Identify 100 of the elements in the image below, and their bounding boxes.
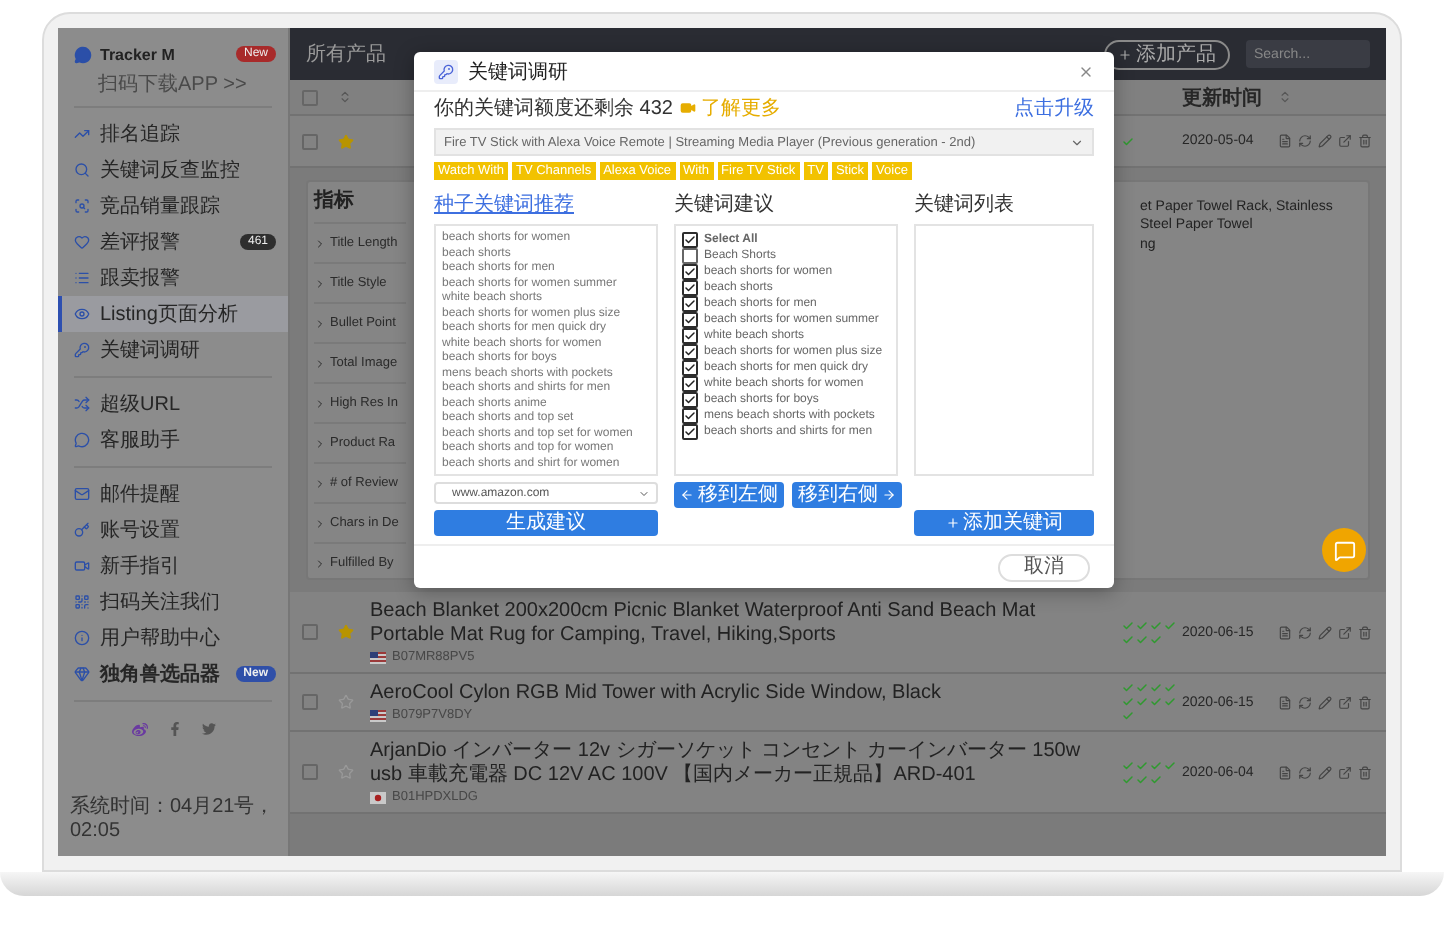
checkbox[interactable] xyxy=(682,264,698,280)
checkbox[interactable] xyxy=(302,694,318,710)
external-link-icon[interactable] xyxy=(1338,134,1352,148)
refresh-icon[interactable] xyxy=(1298,134,1312,148)
nav-item[interactable]: 用户帮助中心 xyxy=(58,620,288,656)
refresh-icon[interactable] xyxy=(1298,625,1312,639)
nav-item[interactable]: 账号设置 xyxy=(58,512,288,548)
checkbox[interactable] xyxy=(682,408,698,424)
chevron-icon xyxy=(314,477,326,489)
trash-icon[interactable] xyxy=(1358,695,1372,709)
trash-icon[interactable] xyxy=(1358,625,1372,639)
chevron-icon xyxy=(314,437,326,449)
plus-icon xyxy=(1118,47,1132,61)
edit-icon[interactable] xyxy=(1318,625,1332,639)
column-header[interactable]: 更新时间 xyxy=(1182,83,1278,111)
sort-icon[interactable] xyxy=(1278,90,1292,104)
cancel-button[interactable]: 取消 xyxy=(998,553,1090,581)
generate-button[interactable]: 生成建议 xyxy=(434,510,658,536)
list-icon xyxy=(74,270,90,286)
heart-icon xyxy=(74,234,90,250)
file-icon[interactable] xyxy=(1278,695,1292,709)
chat-icon xyxy=(1333,539,1355,561)
nav-item[interactable]: 关键词调研 xyxy=(58,332,288,368)
nav-item[interactable]: Listing页面分析 xyxy=(58,296,288,332)
arrow-left-icon xyxy=(680,488,694,502)
trash-icon[interactable] xyxy=(1358,765,1372,779)
star-icon[interactable] xyxy=(338,133,354,149)
checkbox[interactable] xyxy=(682,392,698,408)
product-title: ArjanDio インバーター 12v シガーソケット コンセント カーインバーター 150w usb 車載充電器 DC 12V AC 100V 【国内メーカー正規品】ARD-401 xyxy=(370,740,1083,788)
checkbox[interactable] xyxy=(682,296,698,312)
checkbox[interactable] xyxy=(682,376,698,392)
checkbox[interactable] xyxy=(682,232,698,248)
chevron-icon xyxy=(314,517,326,529)
refresh-icon[interactable] xyxy=(1298,765,1312,779)
edit-icon[interactable] xyxy=(1318,695,1332,709)
video-icon xyxy=(680,100,697,116)
shuffle-icon xyxy=(74,396,90,412)
checkbox[interactable] xyxy=(682,312,698,328)
qr-code-icon xyxy=(74,594,90,610)
move-right-button[interactable]: 移到右侧 xyxy=(792,482,902,508)
chevron-icon xyxy=(314,237,326,249)
nav-item[interactable]: 新手指引 xyxy=(58,548,288,584)
move-left-button[interactable]: 移到左侧 xyxy=(674,482,784,508)
sort-icon[interactable] xyxy=(338,90,352,104)
chevron-icon xyxy=(314,357,326,369)
flag-icon xyxy=(370,651,386,663)
column-heading: 关键词建议 xyxy=(674,191,776,218)
nav-item[interactable]: 关键词反查监控 xyxy=(58,152,288,188)
upgrade-link[interactable]: 点击升级 xyxy=(1014,94,1094,122)
refresh-icon[interactable] xyxy=(1298,695,1312,709)
nav-item[interactable]: 扫码关注我们 xyxy=(58,584,288,620)
edit-icon[interactable] xyxy=(1318,765,1332,779)
nav-item[interactable]: 超级URL xyxy=(58,386,288,422)
checkbox[interactable] xyxy=(682,424,698,440)
checkbox[interactable] xyxy=(682,344,698,360)
star-icon[interactable] xyxy=(338,624,354,640)
keyword-textarea[interactable] xyxy=(434,224,658,476)
weibo-icon[interactable] xyxy=(131,722,147,738)
external-link-icon[interactable] xyxy=(1338,765,1352,779)
chevron-icon xyxy=(314,397,326,409)
nav-item[interactable]: 跟卖报警 xyxy=(58,260,288,296)
nav-item[interactable]: 客服助手 xyxy=(58,422,288,458)
search-icon xyxy=(74,162,90,178)
trend-icon xyxy=(74,126,90,142)
external-link-icon[interactable] xyxy=(1338,695,1352,709)
metrics-heading: 指标 xyxy=(314,187,356,216)
file-icon[interactable] xyxy=(1278,625,1292,639)
facebook-icon[interactable] xyxy=(167,722,181,736)
seed-keywords-link[interactable]: 种子关键词推荐 xyxy=(434,190,658,218)
quota-text: 你的关键词额度还剩余 432 xyxy=(434,95,673,122)
trash-icon[interactable] xyxy=(1358,134,1372,148)
caret-icon xyxy=(1070,135,1084,149)
checkbox[interactable] xyxy=(302,624,318,640)
file-icon[interactable] xyxy=(1278,765,1292,779)
checkbox[interactable] xyxy=(682,328,698,344)
nav-item[interactable]: 竞品销量跟踪 xyxy=(58,188,288,224)
checkbox[interactable] xyxy=(302,89,318,105)
key-icon xyxy=(74,342,90,358)
products-tab[interactable]: 所有产品 xyxy=(306,40,386,68)
chevron-icon xyxy=(314,317,326,329)
checkbox[interactable] xyxy=(682,280,698,296)
checkbox[interactable] xyxy=(682,360,698,376)
eye-icon xyxy=(74,306,90,322)
edit-icon[interactable] xyxy=(1318,134,1332,148)
file-icon[interactable] xyxy=(1278,134,1292,148)
download-app-link[interactable]: 扫码下载APP >> xyxy=(58,68,288,98)
flag-icon xyxy=(370,791,386,803)
close-button[interactable] xyxy=(1078,63,1094,79)
arrow-right-icon xyxy=(882,488,896,502)
checkbox[interactable] xyxy=(302,764,318,780)
add-keyword-button[interactable]: 添加关键词 xyxy=(914,510,1094,536)
search-icon xyxy=(74,198,90,214)
twitter-icon[interactable] xyxy=(201,722,215,736)
column-heading: 关键词列表 xyxy=(914,191,1016,218)
external-link-icon[interactable] xyxy=(1338,625,1352,639)
checkbox[interactable] xyxy=(302,133,318,149)
chat-icon xyxy=(74,432,90,448)
nav-item[interactable]: 邮件提醒 xyxy=(58,476,288,512)
info-icon xyxy=(74,630,90,646)
nav-item[interactable]: 排名追踪 xyxy=(58,116,288,152)
